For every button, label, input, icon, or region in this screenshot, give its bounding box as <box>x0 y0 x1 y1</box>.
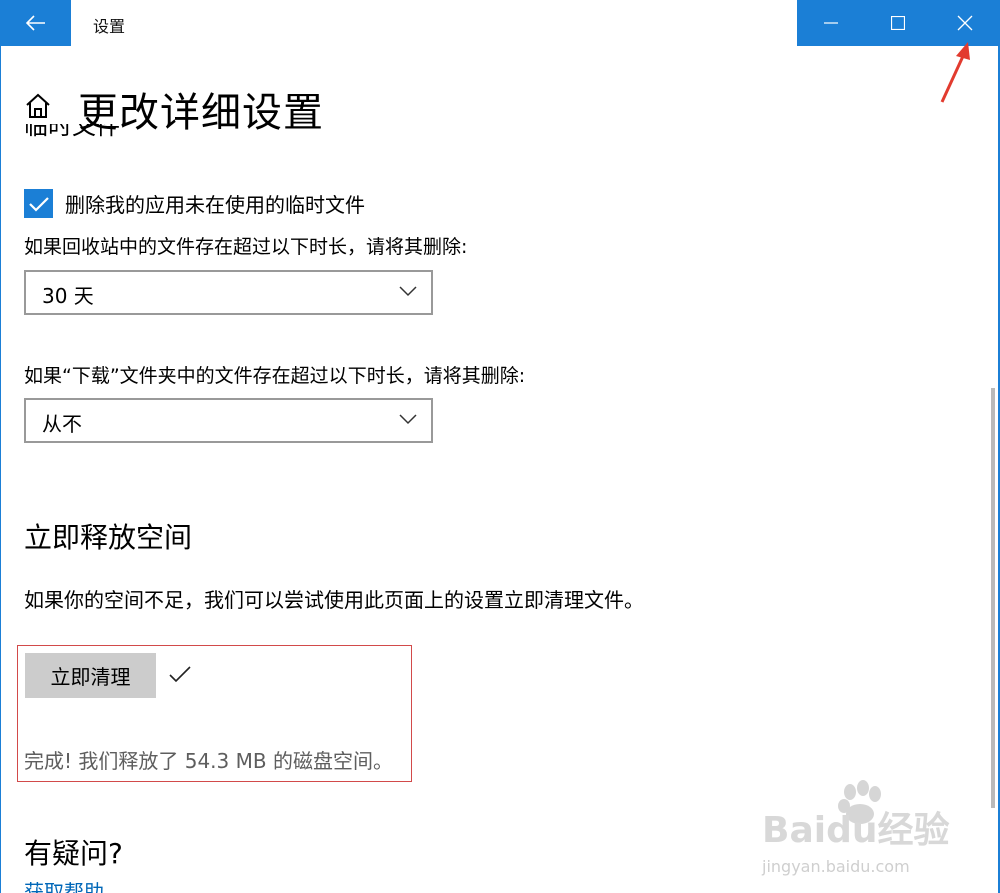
chevron-down-icon <box>399 414 417 425</box>
clean-now-button[interactable]: 立即清理 <box>25 653 156 698</box>
partial-heading-text: 临时文件 <box>24 124 120 140</box>
title-bar: 设置 <box>0 0 1000 46</box>
recycle-bin-label: 如果回收站中的文件存在超过以下时长，请将其删除: <box>24 236 468 258</box>
home-button[interactable] <box>24 92 52 120</box>
downloads-label: 如果“下载”文件夹中的文件存在超过以下时长，请将其删除: <box>24 365 526 387</box>
help-title: 有疑问? <box>24 837 123 870</box>
back-button[interactable] <box>0 0 71 46</box>
close-icon <box>957 15 972 31</box>
success-checkmark-icon <box>169 666 191 683</box>
red-arrow-annotation <box>940 42 970 103</box>
get-help-link-text: 获取帮助 <box>24 880 104 893</box>
recycle-bin-value: 30 天 <box>42 284 94 308</box>
cleanup-result-text: 完成! 我们释放了 54.3 MB 的磁盘空间。 <box>24 749 393 773</box>
scrollbar-thumb[interactable] <box>991 388 995 808</box>
app-title: 设置 <box>93 17 126 36</box>
free-space-description: 如果你的空间不足，我们可以尝试使用此页面上的设置立即清理文件。 <box>24 588 644 612</box>
downloads-dropdown[interactable]: 从不 <box>24 398 433 443</box>
get-help-link[interactable]: 获取帮助 <box>24 876 224 893</box>
maximize-button[interactable] <box>864 0 931 46</box>
free-space-title: 立即释放空间 <box>24 521 193 554</box>
minimize-icon <box>823 22 838 24</box>
baidu-jingyan-watermark: Baidu经验 jingyan.baidu.com <box>761 780 949 876</box>
minimize-button[interactable] <box>797 0 864 46</box>
delete-temp-files-checkbox[interactable] <box>24 189 53 218</box>
maximize-icon <box>890 16 905 30</box>
section-heading-clipped: 临时文件 <box>24 124 224 146</box>
chevron-down-icon <box>399 286 417 297</box>
window-border-left <box>0 46 1 893</box>
delete-temp-files-label: 删除我的应用未在使用的临时文件 <box>65 193 365 217</box>
watermark-brand: Baidu经验 <box>762 810 949 851</box>
downloads-value: 从不 <box>42 412 82 436</box>
back-arrow-icon <box>25 15 45 31</box>
watermark-url: jingyan.baidu.com <box>761 857 910 876</box>
home-icon <box>26 93 50 118</box>
checkmark-icon <box>28 196 49 212</box>
recycle-bin-dropdown[interactable]: 30 天 <box>24 270 433 315</box>
